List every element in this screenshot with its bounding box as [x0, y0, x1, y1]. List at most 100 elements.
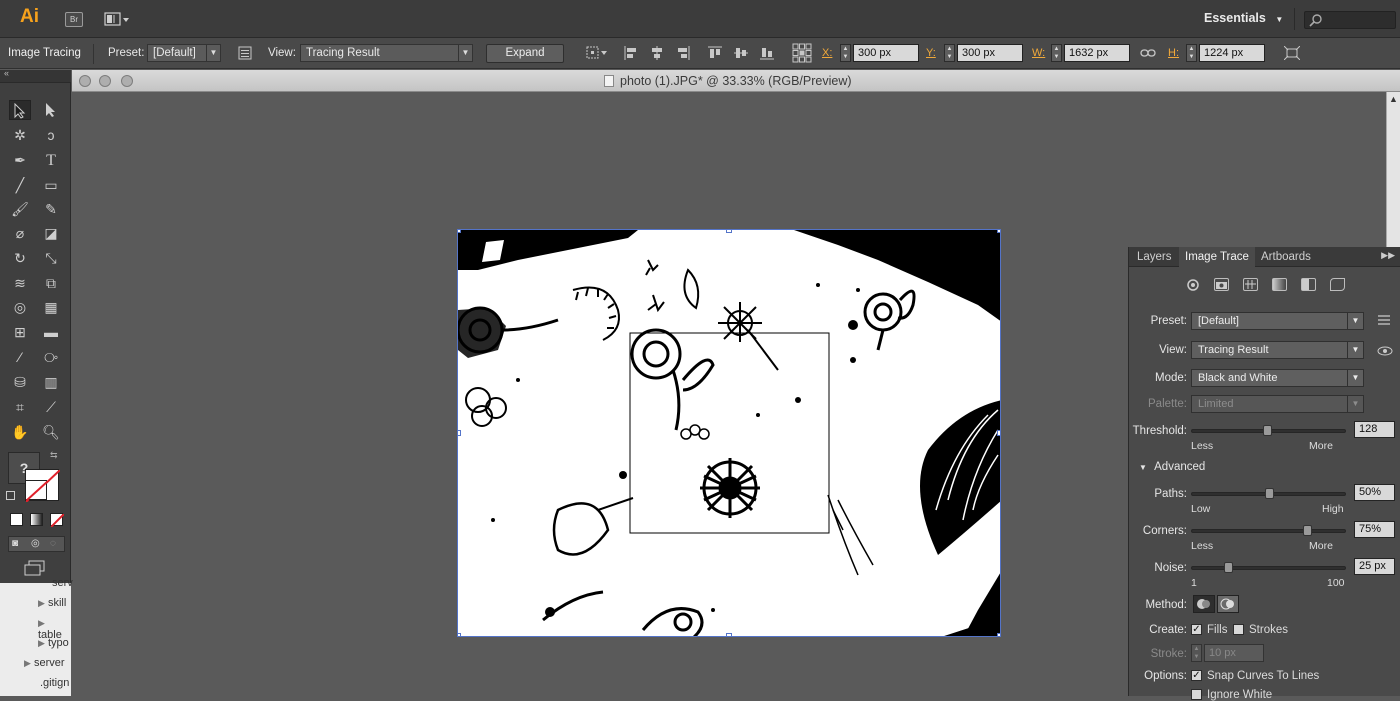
gradient-mode-button[interactable]: [30, 513, 43, 526]
black-and-white-button[interactable]: [1301, 278, 1316, 291]
artboard-tool[interactable]: ⌗: [9, 397, 31, 417]
corners-field[interactable]: 75%: [1354, 521, 1395, 538]
x-field[interactable]: 300 px: [853, 44, 919, 62]
workspace-switcher[interactable]: Essentials ▼: [1204, 11, 1283, 25]
zoom-tool[interactable]: 🔍︎: [40, 422, 62, 442]
gradient-tool[interactable]: ▬: [40, 322, 62, 342]
align-top-button[interactable]: [708, 46, 722, 63]
hand-tool[interactable]: ✋: [9, 422, 31, 442]
expand-button[interactable]: Expand: [486, 44, 564, 63]
high-color-button[interactable]: [1214, 278, 1229, 291]
transform-reference-button[interactable]: [792, 43, 812, 66]
paths-slider-thumb[interactable]: [1264, 488, 1274, 499]
h-stepper[interactable]: ▲ ▼: [1186, 44, 1197, 62]
close-window-button[interactable]: [79, 75, 91, 87]
constrain-proportions-button[interactable]: [1140, 46, 1156, 63]
scroll-up-icon[interactable]: ▲: [1389, 94, 1398, 104]
outline-button[interactable]: [1330, 278, 1345, 291]
minimize-window-button[interactable]: [99, 75, 111, 87]
resize-handle[interactable]: [997, 230, 1000, 233]
resize-handle[interactable]: [997, 430, 1000, 436]
manage-presets-button[interactable]: [1377, 314, 1391, 329]
tab-image-trace[interactable]: Image Trace: [1179, 247, 1255, 267]
align-middle-button[interactable]: [734, 46, 748, 63]
fill-swatch[interactable]: [25, 480, 49, 502]
tab-artboards[interactable]: Artboards: [1255, 247, 1317, 267]
tree-item[interactable]: ▶ typo: [38, 637, 69, 649]
search-input[interactable]: [1304, 11, 1396, 29]
drawing-modes[interactable]: ◙ ◎ ◌: [8, 536, 65, 552]
h-field[interactable]: 1224 px: [1199, 44, 1265, 62]
tracing-presets-button[interactable]: [238, 46, 252, 60]
corners-slider[interactable]: [1191, 529, 1346, 533]
type-tool[interactable]: T: [40, 150, 62, 170]
width-tool[interactable]: ≋: [9, 273, 31, 293]
resize-handle[interactable]: [458, 430, 461, 436]
ignore-white-checkbox[interactable]: [1191, 689, 1202, 700]
selection-tool[interactable]: [9, 100, 31, 120]
traced-image-artboard[interactable]: [457, 229, 1001, 637]
rotate-tool[interactable]: ↻: [9, 248, 31, 268]
view-dropdown[interactable]: Tracing Result ▼: [1191, 341, 1364, 359]
eyedropper-tool[interactable]: ⁄: [9, 347, 31, 367]
tree-item[interactable]: ▶ skill: [38, 597, 66, 609]
align-right-button[interactable]: [676, 46, 690, 63]
magic-wand-tool[interactable]: ✲: [9, 125, 31, 145]
line-segment-tool[interactable]: ╱: [9, 175, 31, 195]
free-transform-tool[interactable]: ⧉: [40, 273, 62, 293]
noise-slider-thumb[interactable]: [1224, 562, 1234, 573]
fills-checkbox[interactable]: ✓: [1191, 624, 1202, 635]
align-left-button[interactable]: [624, 46, 638, 63]
tools-panel-header[interactable]: «: [0, 68, 71, 83]
shape-builder-tool[interactable]: ◎: [9, 297, 31, 317]
tree-item[interactable]: .gitign: [40, 677, 69, 689]
tab-layers[interactable]: Layers: [1131, 247, 1178, 267]
vertical-scrollbar[interactable]: ▲: [1386, 92, 1400, 247]
resize-handle[interactable]: [458, 230, 461, 233]
preset-dropdown[interactable]: [Default] ▼: [147, 44, 221, 62]
w-stepper[interactable]: ▲ ▼: [1051, 44, 1062, 62]
resize-handle[interactable]: [726, 230, 732, 233]
swap-colors-icon[interactable]: ⇆: [50, 450, 58, 461]
resize-handle[interactable]: [997, 633, 1000, 636]
arrange-documents-button[interactable]: [104, 12, 130, 27]
view-dropdown[interactable]: Tracing Result ▼: [300, 44, 473, 62]
corners-slider-thumb[interactable]: [1303, 525, 1313, 536]
threshold-slider-thumb[interactable]: [1262, 425, 1272, 436]
direct-selection-tool[interactable]: [40, 100, 62, 120]
column-graph-tool[interactable]: ▥: [40, 372, 62, 392]
rectangle-tool[interactable]: ▭: [40, 175, 62, 195]
auto-color-button[interactable]: [1185, 278, 1200, 291]
snap-curves-checkbox[interactable]: ✓: [1191, 670, 1202, 681]
preset-dropdown[interactable]: [Default] ▼: [1191, 312, 1364, 330]
paintbrush-tool[interactable]: 🖌︎: [9, 199, 31, 219]
noise-field[interactable]: 25 px: [1354, 558, 1395, 575]
method-abutting-button[interactable]: [1193, 595, 1215, 613]
align-center-button[interactable]: [650, 46, 664, 63]
strokes-checkbox[interactable]: [1233, 624, 1244, 635]
transform-panel-button[interactable]: [1283, 45, 1301, 63]
view-source-button[interactable]: [1377, 345, 1393, 359]
eraser-tool[interactable]: ◪: [40, 223, 62, 243]
screen-mode-button[interactable]: [24, 560, 46, 576]
scale-tool[interactable]: ⤡: [40, 248, 62, 268]
y-field[interactable]: 300 px: [957, 44, 1023, 62]
noise-slider[interactable]: [1191, 566, 1346, 570]
w-field[interactable]: 1632 px: [1064, 44, 1130, 62]
threshold-field[interactable]: 128: [1354, 421, 1395, 438]
align-bottom-button[interactable]: [760, 46, 774, 63]
perspective-grid-tool[interactable]: ▦: [40, 297, 62, 317]
grayscale-button[interactable]: [1272, 278, 1287, 291]
lasso-tool[interactable]: ↄ: [40, 125, 62, 145]
blend-tool[interactable]: ⧂: [40, 347, 62, 367]
color-mode-button[interactable]: [10, 513, 23, 526]
slice-tool[interactable]: ⟋: [40, 397, 62, 417]
zoom-window-button[interactable]: [121, 75, 133, 87]
y-stepper[interactable]: ▲ ▼: [944, 44, 955, 62]
paths-field[interactable]: 50%: [1354, 484, 1395, 501]
mode-dropdown[interactable]: Black and White ▼: [1191, 369, 1364, 387]
default-colors-icon[interactable]: [6, 491, 15, 500]
panel-menu-icon[interactable]: ▶▶: [1381, 250, 1395, 261]
symbol-sprayer-tool[interactable]: ⛁: [9, 372, 31, 392]
x-stepper[interactable]: ▲ ▼: [840, 44, 851, 62]
